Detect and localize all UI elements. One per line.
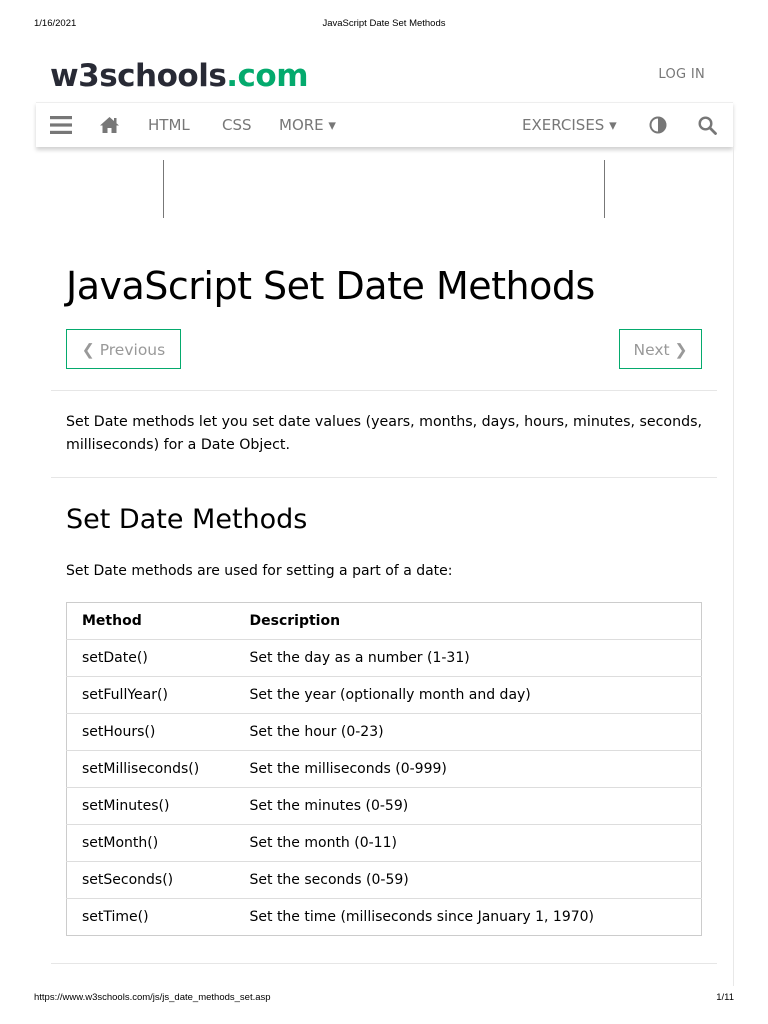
table-row: setSeconds() Set the seconds (0-59) [66,861,702,899]
print-url: https://www.w3schools.com/js/js_date_met… [34,992,271,1003]
home-icon[interactable] [99,103,120,147]
contrast-icon[interactable] [649,103,667,147]
method-cell: setMilliseconds() [66,750,235,788]
section-description: Set Date methods are used for setting a … [66,563,453,579]
table-row: setTime() Set the time (milliseconds sin… [67,899,702,936]
menu-icon[interactable] [50,103,72,147]
description-cell: Set the hour (0-23) [234,713,702,751]
nav-exercises-dropdown[interactable]: EXERCISES ▾ [522,103,617,147]
table-row: setMinutes() Set the minutes (0-59) [66,787,702,825]
divider [51,477,717,478]
description-cell: Set the month (0-11) [234,824,702,862]
previous-button[interactable]: ❮ Previous [66,329,181,369]
nav-html[interactable]: HTML [148,103,190,147]
table-row: setHours() Set the hour (0-23) [66,713,702,751]
nav-more-dropdown[interactable]: MORE ▾ [279,103,336,147]
print-header: 1/16/2021 JavaScript Date Set Methods [34,18,734,32]
table-row: setMonth() Set the month (0-11) [66,824,702,862]
method-cell: setHours() [66,713,235,751]
print-footer: https://www.w3schools.com/js/js_date_met… [34,992,734,1006]
method-cell: setSeconds() [66,861,235,899]
method-cell: setTime() [82,909,149,925]
method-cell: setMinutes() [66,787,235,825]
table-header-row: Method Description [66,602,702,640]
method-cell: setDate() [66,639,235,677]
table-row: setMilliseconds() Set the milliseconds (… [66,750,702,788]
intro-paragraph: Set Date methods let you set date values… [66,414,703,453]
ad-divider [163,160,164,218]
column-header-description: Description [234,602,702,640]
next-button[interactable]: Next ❯ [619,329,702,369]
ad-divider [604,160,605,218]
method-cell: setFullYear() [66,676,235,714]
column-header-method: Method [66,602,235,640]
w3schools-logo[interactable]: w3schools.com [50,56,309,96]
section-title: Set Date Methods [66,504,308,535]
description-cell: Set the day as a number (1-31) [234,639,702,677]
top-nav: HTML CSS MORE ▾ EXERCISES ▾ [36,102,733,147]
methods-table: Method Description setDate() Set the day… [66,602,702,936]
description-cell: Set the minutes (0-59) [234,787,702,825]
table-row: setDate() Set the day as a number (1-31) [66,639,702,677]
description-cell: Set the year (optionally month and day) [234,676,702,714]
login-link[interactable]: LOG IN [658,67,705,82]
description-cell: Set the milliseconds (0-999) [234,750,702,788]
divider [51,963,717,964]
method-cell: setMonth() [66,824,235,862]
logo-main: w3schools [50,58,227,94]
print-page-number: 1/11 [716,992,734,1003]
search-icon[interactable] [698,103,717,147]
logo-tld: .com [226,58,309,94]
site-header: w3schools.com LOG IN [36,50,733,102]
divider [51,390,717,391]
description-cell: Set the seconds (0-59) [234,861,702,899]
page-title: JavaScript Set Date Methods [66,264,595,308]
nav-css[interactable]: CSS [222,103,252,147]
table-row: setFullYear() Set the year (optionally m… [66,676,702,714]
print-title: JavaScript Date Set Methods [322,18,446,29]
description-cell: Set the time (milliseconds since January… [249,909,595,925]
